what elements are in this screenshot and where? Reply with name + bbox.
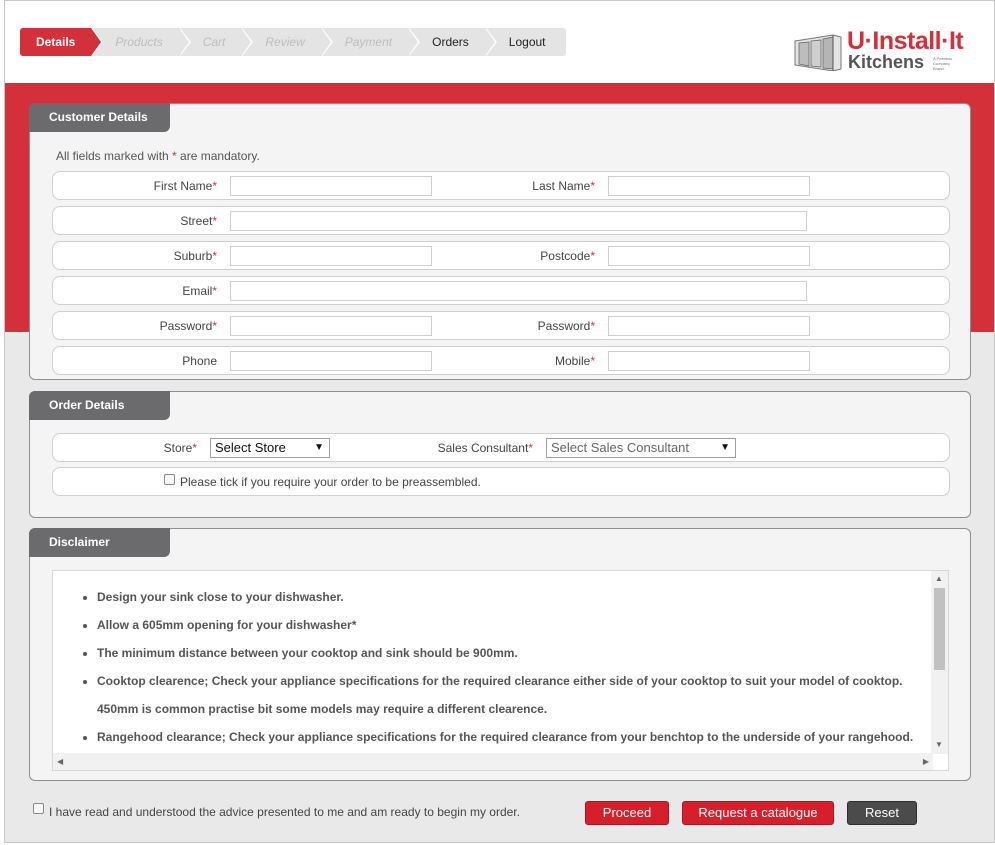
page-frame: Details Products Cart Review Payment Ord… [4, 0, 995, 843]
confirm-password-label: Password* [537, 319, 595, 333]
list-item: 450mm is common practise bit some models… [97, 702, 548, 716]
first-name-input[interactable] [230, 176, 432, 196]
preassemble-label: Please tick if you require your order to… [180, 475, 481, 489]
form-row-suburb: Suburb* Postcode* [52, 241, 950, 270]
scroll-up-icon[interactable]: ▲ [935, 574, 943, 583]
scroll-thumb[interactable] [934, 588, 945, 670]
street-input[interactable] [230, 211, 807, 231]
postcode-input[interactable] [608, 246, 810, 266]
confirm-password-input[interactable] [608, 316, 810, 336]
customer-details-title: Customer Details [29, 103, 170, 132]
step-details[interactable]: Details [20, 28, 104, 56]
header: Details Products Cart Review Payment Ord… [5, 1, 994, 83]
scroll-left-icon[interactable]: ◀ [57, 757, 63, 766]
step-products: Products [91, 28, 191, 56]
form-row-phone: Phone Mobile* [52, 346, 950, 375]
chevron-down-icon: ▼ [314, 442, 324, 453]
form-row-password: Password* Password* [52, 311, 950, 340]
order-details-title: Order Details [29, 391, 170, 420]
form-row-street: Street* [52, 206, 950, 235]
form-row-preassemble: Please tick if you require your order to… [52, 467, 950, 496]
cabinet-logo-icon [794, 34, 842, 71]
list-item: Design your sink close to your dishwashe… [97, 583, 927, 611]
logo-tagline: A Peerless Company Brand [933, 56, 953, 71]
mobile-input[interactable] [608, 351, 810, 371]
step-payment: Payment [320, 28, 421, 56]
scroll-right-icon[interactable]: ▶ [923, 757, 929, 766]
street-label: Street* [180, 214, 217, 228]
form-row-name: First Name* Last Name* [52, 171, 950, 200]
disclaimer-title: Disclaimer [29, 528, 170, 557]
postcode-label: Postcode* [540, 249, 595, 263]
first-name-label: First Name* [153, 179, 217, 193]
brand-logo: U·Install·It Kitchens A Peerless Company… [793, 27, 973, 75]
email-input[interactable] [230, 281, 807, 301]
last-name-input[interactable] [608, 176, 810, 196]
order-details-panel: Order Details Store* Select Store ▼ Sales… [29, 391, 971, 518]
list-item: Rangehood clearance; Check your applianc… [97, 723, 927, 751]
form-row-email: Email* [52, 276, 950, 305]
scroll-down-icon[interactable]: ▼ [935, 740, 943, 749]
preassemble-checkbox[interactable] [164, 474, 175, 485]
disclaimer-panel: Disclaimer Design your sink close to you… [29, 528, 971, 781]
request-catalogue-button[interactable]: Request a catalogue [682, 801, 834, 825]
store-label: Store* [163, 441, 197, 455]
mobile-label: Mobile* [554, 354, 595, 368]
reset-button[interactable]: Reset [847, 801, 917, 825]
last-name-label: Last Name* [532, 179, 595, 193]
password-label: Password* [159, 319, 217, 333]
sales-consultant-label: Sales Consultant* [437, 441, 533, 455]
customer-details-panel: Customer Details All fields marked with … [29, 103, 971, 380]
chevron-down-icon: ▼ [720, 442, 730, 453]
phone-input[interactable] [230, 351, 432, 371]
agree-checkbox[interactable] [33, 803, 44, 814]
email-label: Email* [182, 284, 217, 298]
mandatory-note: All fields marked with * are mandatory. [56, 149, 260, 163]
suburb-label: Suburb* [173, 249, 217, 263]
wizard-steps: Details Products Cart Review Payment Ord… [20, 28, 566, 56]
password-input[interactable] [230, 316, 432, 336]
list-item: Allow a 605mm opening for your dishwashe… [97, 611, 927, 639]
step-logout[interactable]: Logout [484, 28, 566, 56]
proceed-button[interactable]: Proceed [585, 801, 669, 825]
list-item: The minimum distance between your cookto… [97, 639, 927, 667]
form-row-store: Store* Select Store ▼ Sales Consultant* S… [52, 433, 950, 462]
vertical-scrollbar[interactable]: ▲ ▼ [931, 571, 948, 754]
list-item: Cooktop clearence; Check your appliance … [97, 667, 927, 695]
suburb-input[interactable] [230, 246, 432, 266]
disclaimer-list: Design your sink close to your dishwashe… [97, 583, 927, 751]
phone-label: Phone [182, 354, 217, 368]
sales-consultant-select[interactable]: Select Sales Consultant ▼ [546, 438, 736, 458]
logo-subtitle: Kitchens [848, 52, 925, 72]
disclaimer-scroll-box[interactable]: Design your sink close to your dishwashe… [52, 570, 949, 771]
store-select[interactable]: Select Store ▼ [210, 438, 330, 458]
agree-label: I have read and understood the advice pr… [49, 805, 520, 819]
horizontal-scrollbar[interactable]: ◀ ▶ [53, 753, 933, 770]
